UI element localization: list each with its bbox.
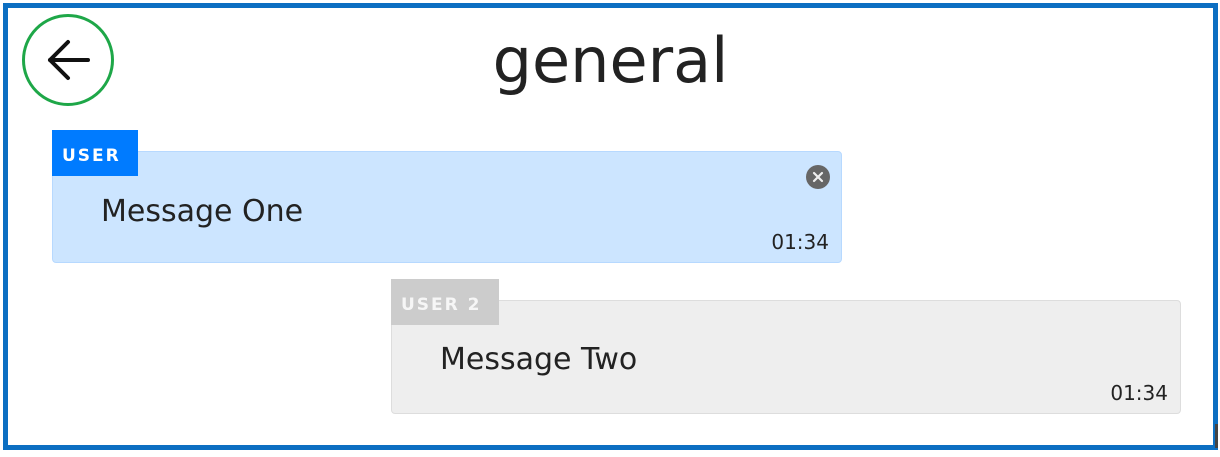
message-text: Message One xyxy=(101,194,304,229)
message-timestamp: 01:34 xyxy=(771,230,829,254)
close-circle-icon xyxy=(812,171,824,183)
message-bubble: USER 2 Message Two 01:34 xyxy=(391,279,1181,414)
user-badge: USER xyxy=(52,130,138,176)
delete-message-button[interactable] xyxy=(806,165,830,189)
message-bubble: USER Message One 01:34 xyxy=(52,130,842,263)
text-cursor xyxy=(1215,424,1218,448)
message-timestamp: 01:34 xyxy=(1110,381,1168,405)
chat-window: general USER Message One 01:34 USER 2 Me… xyxy=(3,3,1218,450)
user-badge: USER 2 xyxy=(391,279,499,325)
channel-title: general xyxy=(492,24,729,97)
message-text: Message Two xyxy=(440,342,638,377)
